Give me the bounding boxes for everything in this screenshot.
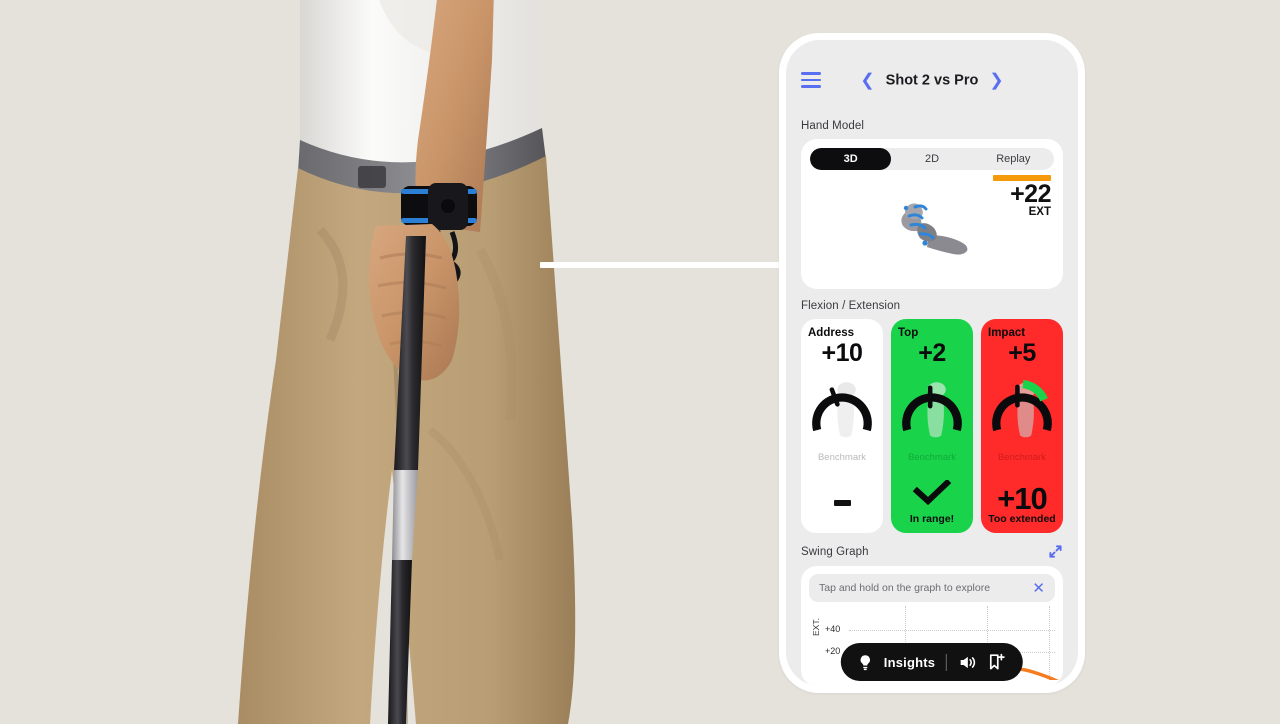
tab-3d[interactable]: 3D [810, 148, 892, 170]
fe-card-top[interactable]: Top +2 Benchmark In range! [891, 319, 973, 533]
flexion-extension-section-label: Flexion / Extension [801, 300, 901, 312]
fe-card-footer: In range! [891, 478, 973, 525]
extension-badge: +22 EXT [993, 175, 1052, 219]
extension-value: +22 [1010, 180, 1051, 208]
speaker-icon[interactable] [958, 654, 977, 671]
view-mode-tabs: 3D 2D Replay [810, 148, 1054, 170]
swing-graph-section-label: Swing Graph [801, 545, 869, 558]
phone-mockup: ❮ Shot 2 vs Pro ❯ Hand Model 3D 2D Repla… [779, 33, 1085, 693]
lightbulb-icon[interactable] [858, 654, 873, 671]
hand-model-section-label: Hand Model [801, 120, 865, 132]
callout-connector-line [540, 262, 788, 268]
fe-card-footer-text: Too extended [988, 513, 1056, 525]
fe-card-footer-value: +10 [997, 480, 1048, 516]
fe-card-value: +10 [821, 339, 863, 367]
insights-pill: Insights [840, 643, 1024, 681]
fe-card-footer: +10 Too extended [981, 480, 1063, 525]
chevron-left-icon[interactable]: ❮ [860, 72, 874, 89]
gauge-address [808, 370, 876, 446]
golfer-photo [180, 0, 645, 724]
check-icon [912, 478, 952, 506]
phone-screen: ❮ Shot 2 vs Pro ❯ Hand Model 3D 2D Repla… [786, 40, 1078, 686]
fe-card-value: +2 [918, 339, 946, 367]
fe-card-title: Top [898, 327, 919, 339]
benchmark-label: Benchmark [997, 451, 1047, 463]
hand-model-card: 3D 2D Replay +22 EXT [801, 139, 1063, 289]
expand-arrows-icon[interactable] [1048, 544, 1063, 559]
fe-card-footer-text: In range! [909, 513, 955, 525]
graph-tooltip-text: Tap and hold on the graph to explore [819, 582, 991, 594]
no-data-dash [833, 500, 851, 506]
chevron-right-icon[interactable]: ❯ [989, 72, 1003, 89]
benchmark-label: Benchmark [907, 451, 957, 463]
tab-replay[interactable]: Replay [973, 148, 1054, 170]
gauge-top [898, 370, 966, 446]
bookmark-plus-icon[interactable] [988, 653, 1006, 671]
fe-card-title: Impact [988, 327, 1026, 339]
swing-graph-header: Swing Graph [801, 544, 1063, 559]
gauge-impact [988, 370, 1056, 446]
insights-label[interactable]: Insights [884, 655, 935, 670]
page-title: Shot 2 vs Pro [885, 72, 979, 88]
close-icon[interactable]: ✕ [1032, 581, 1045, 596]
graph-tooltip: Tap and hold on the graph to explore ✕ [809, 574, 1055, 602]
extension-unit: EXT [1028, 206, 1051, 219]
fe-card-value: +5 [1008, 339, 1036, 367]
flexion-extension-cards: Address +10 Benchmark Top +2 Benchmark I… [801, 319, 1063, 533]
hand-3d-model[interactable] [889, 195, 975, 264]
app-header: ❮ Shot 2 vs Pro ❯ [801, 40, 1063, 120]
pill-divider [946, 653, 948, 671]
hamburger-icon[interactable] [801, 68, 821, 91]
fe-card-impact[interactable]: Impact +5 Benchmark +10 Too extended [981, 319, 1063, 533]
shot-navigator: ❮ Shot 2 vs Pro ❯ [860, 72, 1003, 89]
benchmark-label: Benchmark [817, 451, 867, 463]
fe-card-footer [801, 500, 883, 525]
fe-card-title: Address [808, 327, 855, 339]
fe-card-address[interactable]: Address +10 Benchmark [801, 319, 883, 533]
tab-2d[interactable]: 2D [891, 148, 972, 170]
